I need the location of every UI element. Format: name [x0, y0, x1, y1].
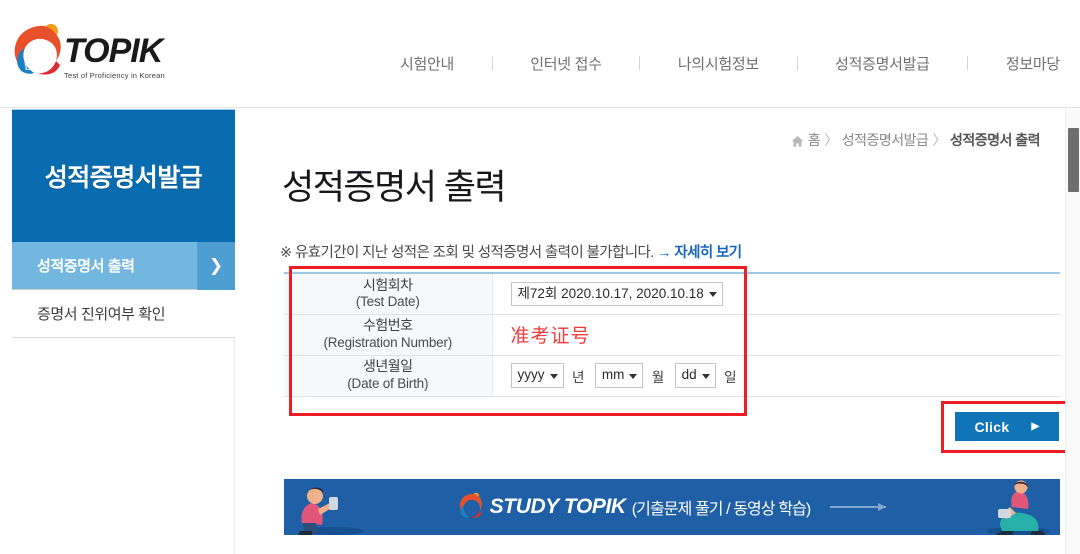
site-logo[interactable]: 한국어 TOPIK Test of Proficiency in Korean	[8, 16, 178, 86]
page-scrollbar-track[interactable]	[1065, 108, 1080, 554]
label-registration-number-en: (Registration Number)	[323, 334, 453, 350]
label-test-date-ko: 시험회차	[362, 276, 413, 293]
nav-divider	[796, 56, 798, 70]
main-navigation: 시험안내 인터넷 접수 나의시험정보 성적증명서발급 정보마당	[400, 48, 1060, 78]
registration-number-input[interactable]	[510, 323, 719, 346]
banner-topik-logo-icon	[459, 492, 482, 518]
birth-day-select[interactable]: dd	[674, 363, 716, 388]
birth-month-unit: 월	[651, 369, 665, 385]
home-icon	[791, 135, 804, 147]
transcript-form-table: 시험회차 (Test Date) 제72회 2020.10.17, 2020.1…	[284, 272, 1060, 397]
submit-button-label: Click	[974, 418, 1010, 435]
nav-item-transcript-issue[interactable]: 성적증명서발급	[835, 53, 930, 74]
sidebar-item-transcript-print[interactable]: 성적증명서 출력 ❯	[12, 242, 235, 290]
chevron-right-icon: ❯	[197, 242, 235, 290]
sidebar-filler	[12, 338, 235, 554]
sidebar-item-label: 증명서 진위여부 확인	[37, 306, 166, 323]
sidebar-header: 성적증명서발급	[12, 109, 235, 242]
breadcrumb-separator: 〉	[932, 132, 946, 148]
nav-item-exam-info[interactable]: 시험안내	[400, 53, 454, 74]
banner-illustration-right	[986, 480, 1050, 535]
validity-notice: ※ 유효기간이 지난 성적은 조회 및 성적증명서 출력이 불가합니다. → 자…	[280, 241, 742, 262]
sidebar-item-label: 성적증명서 출력	[37, 258, 135, 275]
test-date-select[interactable]: 제72회 2020.10.17, 2020.10.18	[510, 281, 723, 306]
field-date-of-birth: yyyy 년 mm 월 dd 일	[492, 355, 1060, 397]
nav-item-online-application[interactable]: 인터넷 접수	[530, 53, 602, 74]
breadcrumb-current: 성적증명서 출력	[949, 132, 1041, 148]
breadcrumb-home[interactable]: 홈	[808, 130, 821, 150]
nav-divider	[491, 56, 493, 70]
arrow-right-icon: ▶	[1031, 421, 1040, 432]
page-root: 한국어 TOPIK Test of Proficiency in Korean …	[0, 0, 1080, 554]
banner-title: STUDY TOPIK	[489, 495, 626, 518]
notice-text: ※ 유효기간이 지난 성적은 조회 및 성적증명서 출력이 불가합니다.	[280, 245, 654, 261]
page-title: 성적증명서 출력	[282, 168, 507, 207]
nav-divider	[639, 56, 641, 70]
page-scrollbar-thumb[interactable]	[1068, 128, 1079, 192]
topik-logo-mark: 한국어	[14, 24, 61, 75]
banner-content: STUDY TOPIK (기출문제 풀기 / 동영상 학습)	[284, 479, 1060, 535]
field-registration-number	[492, 314, 1060, 356]
banner-arrow-icon	[830, 503, 887, 511]
nav-divider	[967, 56, 969, 70]
label-registration-number-ko: 수험번호	[362, 317, 413, 334]
label-test-date: 시험회차 (Test Date)	[284, 273, 493, 315]
table-row-test-date: 시험회차 (Test Date) 제72회 2020.10.17, 2020.1…	[284, 273, 1060, 315]
banner-subtitle: (기출문제 풀기 / 동영상 학습)	[631, 501, 812, 518]
submit-button[interactable]: Click ▶	[955, 412, 1059, 441]
study-topik-banner[interactable]: STUDY TOPIK (기출문제 풀기 / 동영상 학습)	[284, 479, 1060, 535]
nav-item-information[interactable]: 정보마당	[1006, 53, 1060, 74]
sidebar-title: 성적증명서발급	[44, 164, 203, 192]
birth-year-unit: 년	[571, 369, 585, 385]
label-test-date-en: (Test Date)	[355, 294, 420, 310]
site-header: 한국어 TOPIK Test of Proficiency in Korean …	[0, 0, 1080, 108]
svg-text:한국어: 한국어	[24, 60, 49, 71]
sidebar-item-certificate-verify[interactable]: 증명서 진위여부 확인	[12, 290, 235, 338]
table-row-date-of-birth: 생년월일 (Date of Birth) yyyy 년 mm 월 dd 일	[284, 355, 1060, 397]
nav-item-my-exam-info[interactable]: 나의시험정보	[678, 53, 759, 74]
label-date-of-birth: 생년월일 (Date of Birth)	[284, 355, 493, 397]
label-date-of-birth-en: (Date of Birth)	[347, 375, 429, 391]
sidebar: 성적증명서발급 성적증명서 출력 ❯ 증명서 진위여부 확인	[12, 109, 235, 554]
field-test-date: 제72회 2020.10.17, 2020.10.18	[492, 273, 1060, 315]
breadcrumb-separator: 〉	[824, 132, 838, 148]
notice-detail-link[interactable]: → 자세히 보기	[657, 245, 742, 261]
breadcrumb-section[interactable]: 성적증명서발급	[842, 130, 929, 150]
birth-day-unit: 일	[724, 369, 737, 385]
main-content: 홈 〉 성적증명서발급 〉 성적증명서 출력 성적증명서 출력 ※ 유효기간이 …	[236, 109, 1080, 554]
logo-tagline: Test of Proficiency in Korean	[64, 71, 165, 80]
logo-text-group: TOPIK Test of Proficiency in Korean	[64, 34, 165, 80]
breadcrumb: 홈 〉 성적증명서발급 〉 성적증명서 출력	[791, 130, 1041, 150]
birth-year-select[interactable]: yyyy	[510, 363, 564, 388]
label-registration-number: 수험번호 (Registration Number)	[284, 314, 493, 356]
logo-wordmark: TOPIK	[64, 32, 163, 70]
birth-month-select[interactable]: mm	[594, 363, 644, 388]
label-date-of-birth-ko: 생년월일	[362, 358, 413, 375]
table-row-registration-number: 수험번호 (Registration Number)	[284, 314, 1060, 356]
